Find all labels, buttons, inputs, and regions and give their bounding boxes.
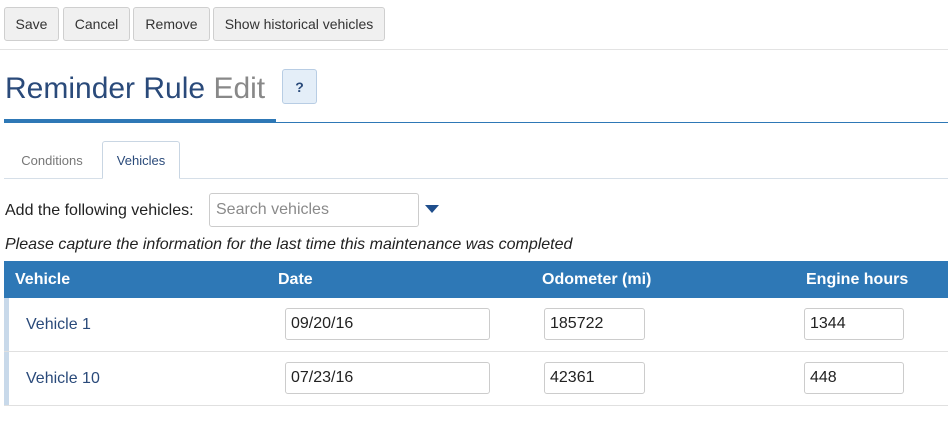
chevron-down-icon[interactable]	[425, 205, 439, 213]
column-header-vehicle: Vehicle	[15, 271, 71, 288]
instruction-note: Please capture the information for the l…	[5, 236, 573, 253]
title-text: Reminder Rule Edit	[5, 72, 265, 106]
show-historical-vehicles-button[interactable]: Show historical vehicles	[213, 7, 385, 41]
column-header-odometer: Odometer (mi)	[542, 271, 652, 288]
page-title: Reminder Rule Edit	[4, 66, 276, 122]
vehicle-name: Vehicle 1	[26, 316, 91, 333]
row-indicator	[4, 352, 9, 405]
table-row: Vehicle 1	[4, 298, 948, 352]
vehicle-name: Vehicle 10	[26, 370, 100, 387]
engine-hours-input[interactable]	[804, 362, 904, 394]
save-button[interactable]: Save	[4, 7, 59, 41]
date-input[interactable]	[285, 308, 490, 340]
date-input[interactable]	[285, 362, 490, 394]
tab-vehicles[interactable]: Vehicles	[102, 141, 180, 179]
row-indicator	[4, 298, 9, 351]
remove-button[interactable]: Remove	[133, 7, 210, 41]
cancel-button[interactable]: Cancel	[63, 7, 130, 41]
table-row: Vehicle 10	[4, 352, 948, 406]
column-header-date: Date	[278, 271, 313, 288]
column-header-engine-hours: Engine hours	[806, 271, 909, 288]
help-button[interactable]: ?	[282, 69, 317, 104]
engine-hours-input[interactable]	[804, 308, 904, 340]
search-vehicles-input[interactable]	[209, 193, 419, 227]
odometer-input[interactable]	[544, 308, 645, 340]
title-divider	[4, 122, 948, 123]
add-vehicles-label: Add the following vehicles:	[5, 202, 194, 219]
odometer-input[interactable]	[544, 362, 645, 394]
toolbar: Save Cancel Remove Show historical vehic…	[0, 0, 948, 50]
title-edit-label: Edit	[213, 72, 266, 105]
table-header: Vehicle Date Odometer (mi) Engine hours	[4, 261, 948, 298]
tab-conditions[interactable]: Conditions	[4, 141, 100, 179]
title-main-label: Reminder Rule	[5, 72, 206, 105]
